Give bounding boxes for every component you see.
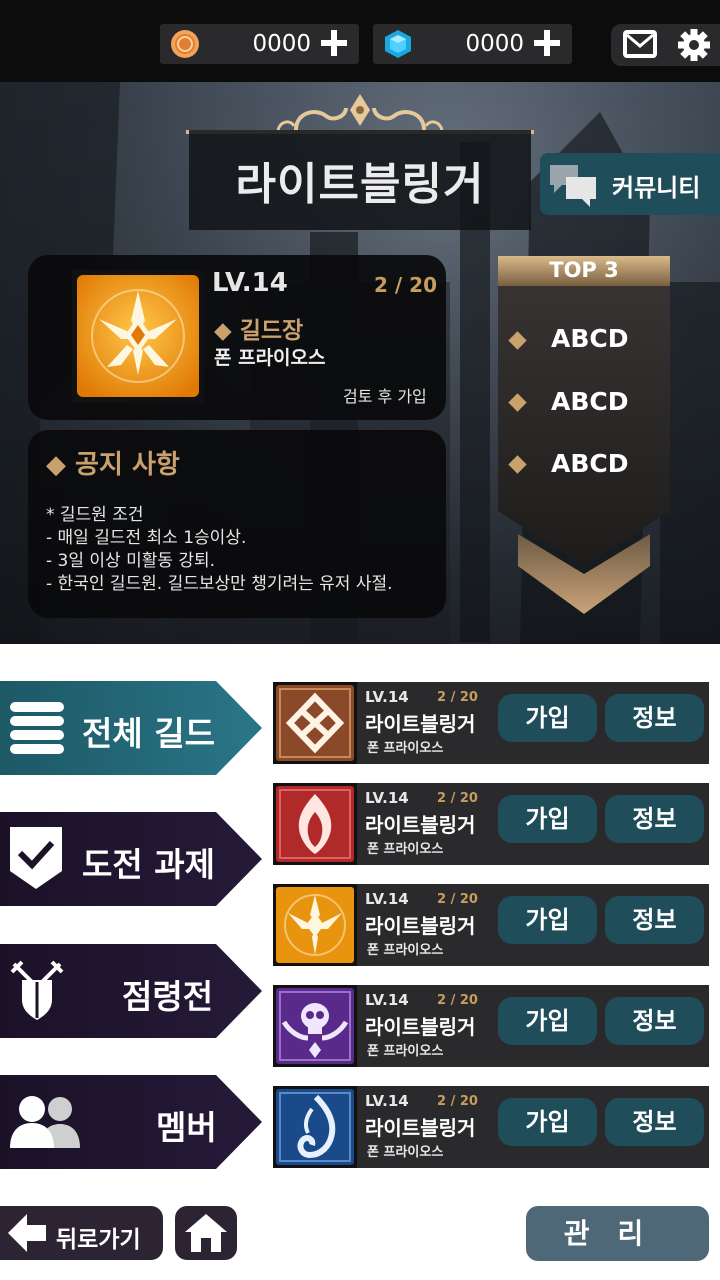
guild-join-type: 검토 후 가입 [343, 387, 427, 406]
guild-list-row: LV.14 2 / 20 라이트블링거 폰 프라이오스 가입 정보 [273, 783, 709, 865]
top3-banner [498, 256, 670, 614]
guild-emblem [72, 270, 204, 403]
gear-icon[interactable] [677, 28, 711, 62]
coin-icon [171, 30, 199, 58]
coin-value: 0000 [252, 31, 311, 57]
skull-emblem-icon [276, 988, 354, 1064]
info-button[interactable]: 정보 [605, 997, 704, 1045]
gem-icon [385, 30, 411, 58]
guild-role: ◆ 길드장 [214, 318, 304, 344]
guild-member-count: 2 / 20 [374, 273, 437, 297]
row-leader-name: 폰 프라이오스 [367, 741, 444, 756]
info-button[interactable]: 정보 [605, 694, 704, 742]
row-level: LV.14 [365, 991, 409, 1009]
nav-all-guilds-label: 전체 길드 [82, 714, 215, 753]
join-button[interactable]: 가입 [498, 795, 597, 843]
manage-button[interactable]: 관리 [526, 1206, 709, 1261]
notice-line: * 길드원 조건 [46, 505, 144, 525]
row-member-count: 2 / 20 [437, 791, 478, 806]
crown-emblem-icon [276, 887, 354, 963]
top3-title: TOP 3 [549, 258, 619, 282]
notice-title: ◆ 공지 사항 [46, 450, 180, 480]
list-icon [10, 702, 64, 754]
guild-list-row: LV.14 2 / 20 라이트블링거 폰 프라이오스 가입 정보 [273, 884, 709, 966]
members-icon [10, 1096, 80, 1148]
top3-entry: ABCD [551, 324, 629, 353]
mail-icon[interactable] [621, 28, 659, 60]
row-member-count: 2 / 20 [437, 993, 478, 1008]
chat-bubbles-icon [550, 165, 596, 207]
guild-list-row: LV.14 2 / 20 라이트블링거 폰 프라이오스 가입 정보 [273, 682, 709, 764]
row-leader-name: 폰 프라이오스 [367, 1145, 444, 1160]
guild-level: LV.14 [212, 268, 288, 298]
gem-value: 0000 [465, 31, 524, 57]
join-button[interactable]: 가입 [498, 1098, 597, 1146]
home-icon [185, 1214, 227, 1252]
coin-counter: 0000 [160, 24, 359, 64]
info-button[interactable]: 정보 [605, 1098, 704, 1146]
row-leader-name: 폰 프라이오스 [367, 842, 444, 857]
notice-line: - 한국인 길드원. 길드보상만 챙기려는 유저 사절. [46, 574, 393, 594]
flame-emblem-icon [276, 786, 354, 862]
row-level: LV.14 [365, 789, 409, 807]
nav-challenges-label: 도전 과제 [82, 845, 215, 884]
join-button[interactable]: 가입 [498, 997, 597, 1045]
header-icon-box [611, 24, 720, 66]
nav-conquest-label: 점령전 [122, 977, 214, 1016]
wave-emblem-icon [276, 1089, 354, 1165]
row-guild-name: 라이트블링거 [365, 1116, 476, 1140]
guild-list-row: LV.14 2 / 20 라이트블링거 폰 프라이오스 가입 정보 [273, 985, 709, 1067]
info-button[interactable]: 정보 [605, 896, 704, 944]
row-level: LV.14 [365, 890, 409, 908]
info-button[interactable]: 정보 [605, 795, 704, 843]
row-guild-name: 라이트블링거 [365, 813, 476, 837]
row-leader-name: 폰 프라이오스 [367, 1044, 444, 1059]
knot-emblem-icon [276, 685, 354, 761]
row-guild-name: 라이트블링거 [365, 1015, 476, 1039]
notice-line: - 매일 길드전 최소 1승이상. [46, 528, 247, 548]
top3-entry: ABCD [551, 387, 629, 416]
guild-leader-name: 폰 프라이오스 [214, 347, 326, 369]
row-level: LV.14 [365, 1092, 409, 1110]
row-leader-name: 폰 프라이오스 [367, 943, 444, 958]
row-member-count: 2 / 20 [437, 892, 478, 907]
crown-emblem-icon [77, 275, 199, 397]
top3-entry: ABCD [551, 449, 629, 478]
row-guild-name: 라이트블링거 [365, 712, 476, 736]
back-arrow-icon [8, 1214, 46, 1252]
join-button[interactable]: 가입 [498, 896, 597, 944]
row-member-count: 2 / 20 [437, 690, 478, 705]
guild-title: 라이트블링거 [235, 159, 485, 210]
checkmark-icon [10, 827, 62, 889]
gem-counter: 0000 [373, 24, 572, 64]
home-button[interactable] [175, 1206, 237, 1260]
add-coins-button[interactable] [317, 26, 351, 60]
guild-list-row: LV.14 2 / 20 라이트블링거 폰 프라이오스 가입 정보 [273, 1086, 709, 1168]
notice-line: - 3일 이상 미활동 강퇴. [46, 551, 216, 571]
community-label: 커뮤니티 [612, 174, 701, 202]
row-guild-name: 라이트블링거 [365, 914, 476, 938]
row-member-count: 2 / 20 [437, 1094, 478, 1109]
join-button[interactable]: 가입 [498, 694, 597, 742]
nav-members-label: 멤버 [156, 1108, 217, 1147]
back-label: 뒤로가기 [56, 1227, 141, 1253]
crossed-swords-shield-icon [10, 960, 64, 1020]
add-gems-button[interactable] [530, 26, 564, 60]
row-level: LV.14 [365, 688, 409, 706]
